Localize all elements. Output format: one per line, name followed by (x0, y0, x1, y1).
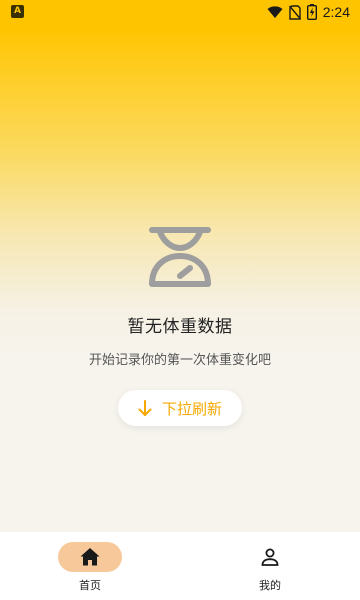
home-icon (80, 548, 100, 566)
status-time: 2:24 (322, 4, 350, 20)
refresh-button-label: 下拉刷新 (161, 399, 222, 418)
empty-state-subtitle: 开始记录你的第一次体重变化吧 (88, 353, 271, 368)
person-icon (261, 548, 279, 566)
wifi-icon (267, 6, 283, 18)
app-notification-icon: A (11, 5, 24, 18)
nav-label-home: 首页 (79, 579, 101, 592)
pull-to-refresh-button[interactable]: 下拉刷新 (118, 390, 242, 426)
status-bar: A 2:24 (0, 0, 360, 24)
arrow-down-icon (138, 400, 152, 416)
weight-scale-icon (149, 227, 211, 287)
no-sim-icon (288, 4, 301, 20)
empty-state-title: 暂无体重数据 (127, 317, 233, 337)
app-screen: A 2:24 暂无体重数据 开始记录你的第一次体重变化吧 下拉刷新 首页 我的 (0, 0, 360, 600)
nav-label-mine: 我的 (259, 579, 281, 592)
bottom-navigation: 首页 我的 (0, 532, 360, 600)
status-icons: 2:24 (267, 3, 350, 21)
nav-item-home[interactable]: 首页 (0, 532, 180, 600)
battery-charging-icon (306, 4, 317, 20)
nav-item-mine[interactable]: 我的 (180, 532, 360, 600)
